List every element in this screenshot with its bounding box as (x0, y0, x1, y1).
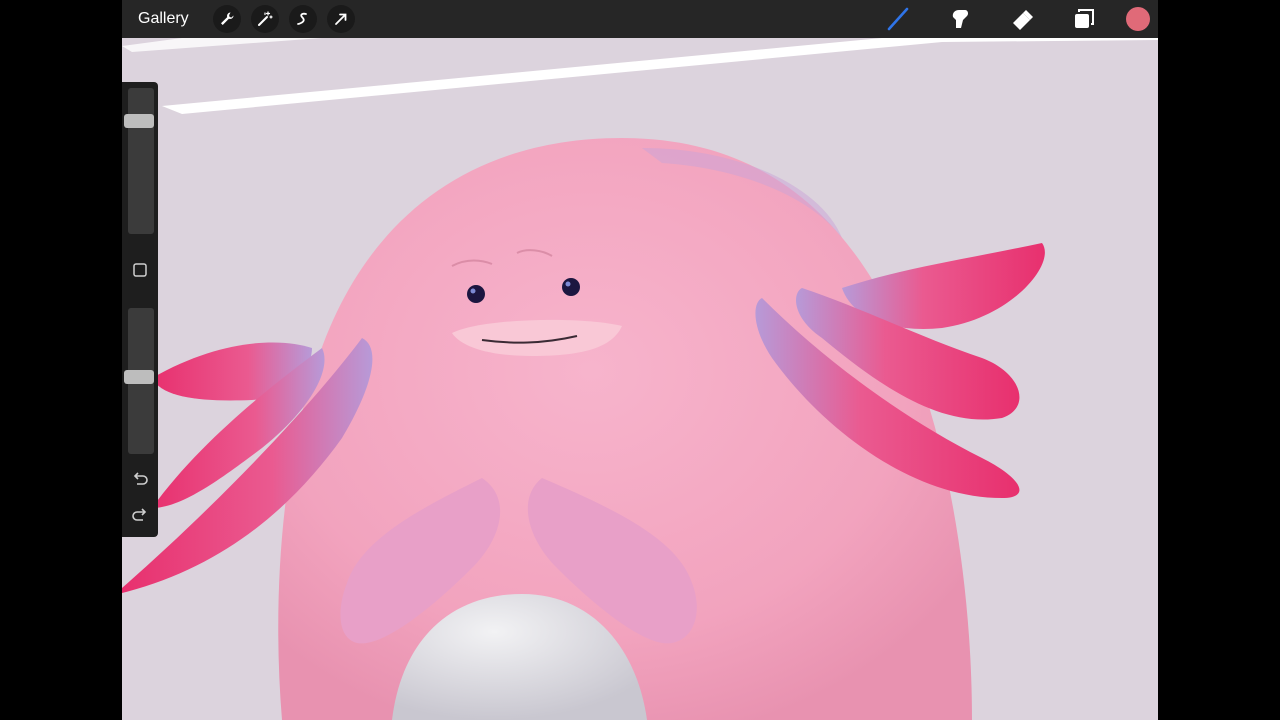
layers-icon (1075, 9, 1094, 28)
smudge-tool-button[interactable] (940, 0, 980, 38)
brush-icon (887, 7, 909, 31)
transform-button[interactable] (326, 5, 355, 33)
layers-button[interactable] (1064, 0, 1104, 38)
magic-wand-icon (257, 11, 273, 26)
actions-button[interactable] (212, 5, 241, 33)
color-picker-button[interactable] (1126, 7, 1150, 31)
brush-tool-button[interactable] (878, 0, 918, 38)
wrench-icon (220, 12, 234, 25)
transform-arrow-icon (334, 13, 347, 25)
drawing-canvas[interactable] (122, 38, 1158, 720)
artwork (122, 38, 1158, 720)
left-sidebar (122, 82, 158, 537)
eraser-icon (1013, 10, 1033, 30)
procreate-app: Gallery (122, 0, 1158, 720)
adjustments-button[interactable] (250, 5, 279, 33)
eraser-tool-button[interactable] (1002, 0, 1042, 38)
selection-icon (296, 12, 307, 25)
modify-square-icon[interactable] (132, 262, 148, 278)
brush-size-slider[interactable] (128, 88, 154, 234)
undo-icon[interactable] (131, 470, 149, 488)
smudge-icon (952, 10, 969, 28)
selection-button[interactable] (288, 5, 317, 33)
right-tools (856, 0, 1158, 38)
redo-icon[interactable] (131, 506, 149, 524)
opacity-thumb[interactable] (124, 370, 154, 385)
top-toolbar: Gallery (122, 0, 1158, 38)
gallery-button[interactable]: Gallery (138, 10, 189, 28)
brush-size-thumb[interactable] (124, 114, 154, 129)
